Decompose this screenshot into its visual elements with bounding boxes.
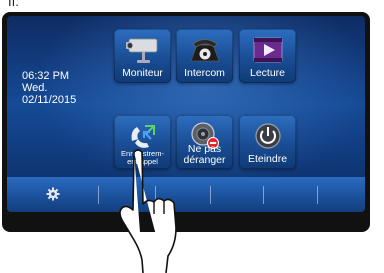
taskbar-divider — [210, 186, 211, 204]
phone-arrows-icon — [131, 125, 155, 148]
clock-date: 02/11/2015 — [22, 94, 77, 106]
tile-lecture[interactable]: Lecture — [239, 29, 296, 83]
taskbar-divider — [317, 186, 318, 204]
tile-label: Moniteur — [122, 67, 163, 79]
taskbar-divider — [98, 186, 99, 204]
tile-intercom[interactable]: Intercom — [176, 29, 233, 83]
tile-eteindre[interactable]: Eteindre — [239, 115, 296, 169]
tile-label: Eteindre — [247, 153, 288, 165]
tile-label: Intercom — [184, 67, 225, 79]
camera-icon — [125, 38, 157, 63]
clock-panel: 06:32 PM Wed. 02/11/2015 — [22, 70, 76, 106]
power-icon — [254, 123, 281, 149]
tile-moniteur[interactable]: Moniteur — [114, 29, 171, 83]
pointing-hand-icon — [119, 149, 177, 273]
clock-day: Wed. — [22, 82, 48, 94]
telephone-icon — [189, 39, 220, 62]
figure-label: II. — [8, 0, 19, 9]
tile-label: Lecture — [249, 67, 286, 79]
play-video-icon — [253, 37, 282, 63]
gear-icon[interactable] — [46, 187, 60, 201]
taskbar-divider — [263, 186, 264, 204]
clock-time: 06:32 PM — [22, 70, 70, 82]
